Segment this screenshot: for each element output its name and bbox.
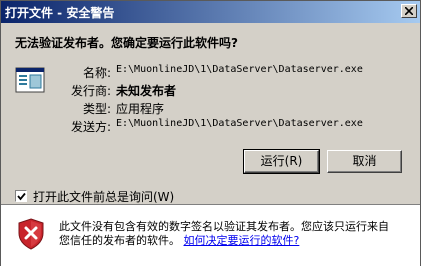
field-type-row: 类型: 应用程序 [1, 100, 422, 116]
window-title: 打开文件 - 安全警告 [5, 6, 115, 20]
field-name-label: 名称: [82, 66, 111, 80]
field-publisher-label: 发行商: [70, 84, 111, 98]
security-warning-dialog: 打开文件 - 安全警告 无法验证发布者。您确定要运行此软件吗? 名称: E:\M… [0, 0, 421, 267]
close-button[interactable] [401, 4, 417, 18]
title-bar[interactable]: 打开文件 - 安全警告 [1, 1, 420, 23]
field-type-label: 类型: [82, 102, 111, 116]
warning-footer: 此文件没有包含有效的数字签名以验证其发布者。您应该只运行来自您信任的发布者的软件… [1, 206, 420, 267]
always-ask-label[interactable]: 打开此文件前总是询问(W) [33, 188, 174, 205]
run-button[interactable]: 运行(R) [243, 149, 320, 174]
field-from-label: 发送方: [70, 120, 111, 134]
field-publisher-value: 未知发布者 [116, 84, 177, 98]
dialog-content: 无法验证发布者。您确定要运行此软件吗? 名称: E:\MuonlineJD\1\… [1, 23, 420, 204]
field-name-value: E:\MuonlineJD\1\DataServer\Dataserver.ex… [116, 64, 363, 75]
warning-message: 此文件没有包含有效的数字签名以验证其发布者。您应该只运行来自您信任的发布者的软件… [59, 220, 399, 248]
checkmark-icon [17, 192, 26, 201]
field-name-row: 名称: E:\MuonlineJD\1\DataServer\Dataserve… [1, 64, 422, 80]
field-type-value: 应用程序 [116, 102, 165, 116]
always-ask-checkbox[interactable] [15, 190, 27, 202]
field-publisher-row: 发行商: 未知发布者 [1, 82, 422, 98]
field-from-value: E:\MuonlineJD\1\DataServer\Dataserver.ex… [116, 118, 363, 129]
shield-error-icon [18, 218, 44, 250]
help-link[interactable]: 如何决定要运行的软件? [184, 234, 300, 247]
close-icon [405, 7, 413, 15]
cancel-button[interactable]: 取消 [327, 150, 402, 173]
field-from-row: 发送方: E:\MuonlineJD\1\DataServer\Dataserv… [1, 118, 422, 134]
question-heading: 无法验证发布者。您确定要运行此软件吗? [15, 36, 238, 50]
